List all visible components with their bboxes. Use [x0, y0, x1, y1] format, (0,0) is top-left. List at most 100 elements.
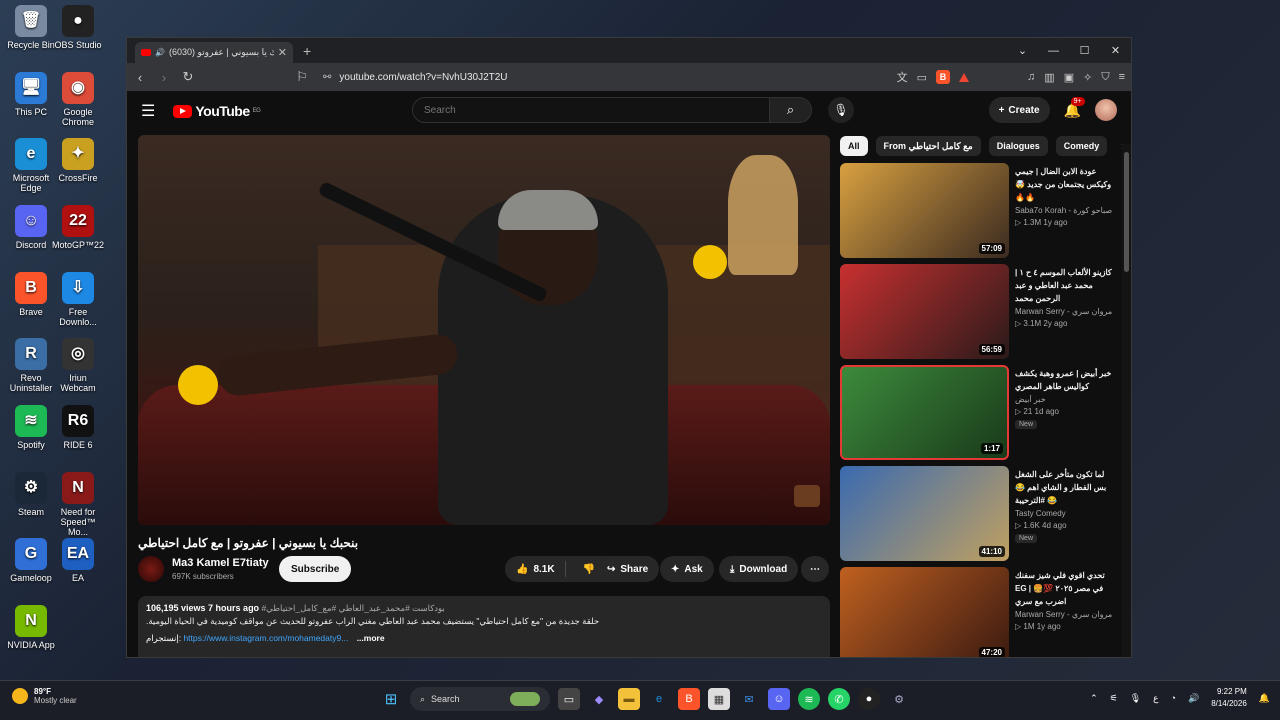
recommendation-thumbnail[interactable]: 41:10	[840, 466, 1009, 561]
recommendation-item[interactable]: 41:10 لما تكون متأخر على الشغل بس الفطار …	[840, 466, 1115, 567]
recommendation-title[interactable]: عودة الابن الضال | جيمي وكيكس يجتمعان من…	[1015, 165, 1115, 204]
bookmark-icon[interactable]: ⚐	[295, 69, 309, 85]
desktop-icon[interactable]: R Revo Uninstaller	[5, 338, 57, 393]
minimize-button[interactable]: —	[1038, 45, 1069, 57]
weather-widget[interactable]: 89°F Mostly clear	[12, 687, 77, 705]
channel-name[interactable]: Ma3 Kamel E7tiaty	[172, 557, 269, 569]
recommendation-thumbnail[interactable]: 1:17	[840, 365, 1009, 460]
microphone-icon[interactable]: 🎙	[1130, 693, 1141, 704]
url-field[interactable]: ⚯ youtube.com/watch?v=NvhU30J2T2U	[319, 66, 887, 88]
desktop-icon[interactable]: ☺ Discord	[5, 205, 57, 250]
desktop-icon[interactable]: ● OBS Studio	[52, 5, 104, 50]
like-button[interactable]: 👍 8.1K	[505, 561, 566, 577]
translate-icon[interactable]: 文	[897, 69, 908, 85]
notifications-button[interactable]: 🔔 9+	[1064, 96, 1085, 119]
desktop-icon[interactable]: e Microsoft Edge	[5, 138, 57, 193]
discord-taskbar-icon[interactable]: ☺	[768, 688, 790, 710]
channel-watermark[interactable]	[794, 485, 820, 507]
cast-icon[interactable]: ▭	[917, 71, 927, 84]
recommendation-item[interactable]: 56:59 كازينو الألعاب الموسم ٤ ح ١ | محمد …	[840, 264, 1115, 365]
recommendation-title[interactable]: كازينو الألعاب الموسم ٤ ح ١ | محمد عبد ا…	[1015, 266, 1115, 305]
desktop-icon[interactable]: 🗑 Recycle Bin	[5, 5, 57, 50]
recommendation-item[interactable]: 47:20 تحدي اقوي فلي شيز سفنك في مصر ٢٠٢٥ …	[840, 567, 1115, 657]
video-player[interactable]	[138, 135, 830, 525]
recommendation-channel[interactable]: Saba7o Korah - صباحو كورة	[1015, 206, 1115, 215]
sidebar-icon[interactable]: ▥	[1044, 71, 1054, 84]
recommendation-channel[interactable]: Marwan Serry - مروان سري	[1015, 307, 1115, 316]
close-window-button[interactable]: ✕	[1100, 44, 1131, 57]
download-button[interactable]: ⤓ Download	[719, 556, 799, 582]
share-button[interactable]: ↪ Share	[596, 556, 660, 582]
vpn-icon[interactable]: ⛉	[1101, 71, 1109, 84]
desktop-icon[interactable]: G Gameloop	[5, 538, 57, 583]
clock[interactable]: 9:22 PM 8/14/2026	[1211, 686, 1247, 710]
desktop-icon[interactable]: 🖥 This PC	[5, 72, 57, 117]
media-icon[interactable]: ♫	[1027, 71, 1035, 83]
show-more-button[interactable]: ...more	[357, 633, 385, 643]
wifi-icon[interactable]: ◔	[1171, 693, 1176, 703]
recommendation-thumbnail[interactable]: 47:20	[840, 567, 1009, 657]
obs-taskbar-icon[interactable]: ●	[858, 688, 880, 710]
wallet-icon[interactable]: ▣	[1064, 71, 1074, 84]
extensions-icon[interactable]: ✧	[1083, 71, 1092, 84]
network-icon[interactable]: ⚟	[1110, 693, 1118, 704]
desktop-icon[interactable]: ◎ Iriun Webcam	[52, 338, 104, 393]
menu-icon[interactable]: ≡	[1119, 71, 1125, 83]
instagram-link[interactable]: https://www.instagram.com/mohamedaty9...	[183, 633, 348, 643]
channel-avatar[interactable]	[138, 556, 164, 582]
desktop-icon[interactable]: 22 MotoGP™22	[52, 205, 104, 250]
desktop-icon[interactable]: ✦ CrossFire	[52, 138, 104, 183]
desktop-icon[interactable]: R6 RIDE 6	[52, 405, 104, 450]
voice-search-button[interactable]: 🎙	[828, 97, 854, 123]
tab-search-chevron-icon[interactable]: ⌄	[1007, 44, 1038, 57]
recommendation-thumbnail[interactable]: 56:59	[840, 264, 1009, 359]
volume-icon[interactable]: 🔊	[1188, 693, 1199, 704]
brave-taskbar-icon[interactable]: B	[678, 688, 700, 710]
notification-center-icon[interactable]: 🔔	[1259, 693, 1270, 704]
recommendation-title[interactable]: تحدي اقوي فلي شيز سفنك في مصر ٢٠٢٥ 💯🍔 | …	[1015, 569, 1115, 608]
forward-button[interactable]: ›	[157, 70, 171, 85]
scrollbar-thumb[interactable]	[1124, 152, 1129, 272]
youtube-logo[interactable]: YouTube EG	[173, 103, 261, 119]
tab-close-icon[interactable]: ✕	[278, 46, 287, 59]
search-input[interactable]	[412, 97, 770, 123]
file-explorer-icon[interactable]: ▬	[618, 688, 640, 710]
store-icon[interactable]: ▦	[708, 688, 730, 710]
ask-button[interactable]: ✦ Ask	[660, 556, 714, 582]
desktop-icon[interactable]: ⚙ Steam	[5, 472, 57, 517]
subscribe-button[interactable]: Subscribe	[279, 556, 352, 582]
chip-3[interactable]: Comedy	[1055, 136, 1108, 156]
new-tab-button[interactable]: +	[303, 43, 311, 59]
recommendation-channel[interactable]: Marwan Serry - مروان سري	[1015, 610, 1115, 619]
mail-icon[interactable]: ✉	[738, 688, 760, 710]
language-indicator[interactable]: ع	[1153, 693, 1158, 704]
back-button[interactable]: ‹	[133, 70, 147, 85]
recommendation-item[interactable]: 1:17 خبر أبيض | عمرو وهبة يكشف كواليس طاه…	[840, 365, 1115, 466]
recommendation-channel[interactable]: خبر أبيض	[1015, 395, 1115, 404]
page-scrollbar[interactable]	[1122, 144, 1131, 657]
steam-taskbar-icon[interactable]: ⚙	[888, 688, 910, 710]
brave-rewards-icon[interactable]	[959, 72, 970, 82]
brave-shields-icon[interactable]: B	[936, 70, 951, 84]
recommendation-thumbnail[interactable]: 57:09	[840, 163, 1009, 258]
create-button[interactable]: + Create	[988, 97, 1050, 123]
maximize-button[interactable]: ☐	[1069, 44, 1100, 57]
edge-taskbar-icon[interactable]: e	[648, 688, 670, 710]
desktop-icon[interactable]: ⇩ Free Downlo...	[52, 272, 104, 327]
recommendation-title[interactable]: خبر أبيض | عمرو وهبة يكشف كواليس طاهر ال…	[1015, 367, 1115, 393]
spotify-taskbar-icon[interactable]: ≋	[798, 688, 820, 710]
chip-0[interactable]: All	[840, 136, 868, 156]
tab-youtube[interactable]: 🔊 (6030) بنحبك يا بسيوني | عفروتو ✕	[135, 42, 293, 63]
hashtags[interactable]: #بودكاست #محمد_عبد_العاطي #مع_كامل_احتيا…	[261, 603, 444, 613]
desktop-icon[interactable]: EA EA	[52, 538, 104, 583]
speaker-icon[interactable]: 🔊	[155, 48, 165, 57]
recommendation-title[interactable]: لما تكون متأخر على الشغل بس الفطار و الش…	[1015, 468, 1115, 507]
site-info-icon[interactable]: ⚯	[323, 72, 331, 83]
copilot-icon[interactable]: ◆	[588, 688, 610, 710]
chip-2[interactable]: Dialogues	[988, 136, 1048, 156]
desktop-icon[interactable]: N Need for Speed™ Mo...	[52, 472, 104, 537]
desktop-icon[interactable]: ≋ Spotify	[5, 405, 57, 450]
recommendation-item[interactable]: 57:09 عودة الابن الضال | جيمي وكيكس يجتمع…	[840, 163, 1115, 264]
description-box[interactable]: 106,195 views 7 hours ago #بودكاست #محمد…	[138, 596, 830, 657]
desktop-icon[interactable]: ◉ Google Chrome	[52, 72, 104, 127]
